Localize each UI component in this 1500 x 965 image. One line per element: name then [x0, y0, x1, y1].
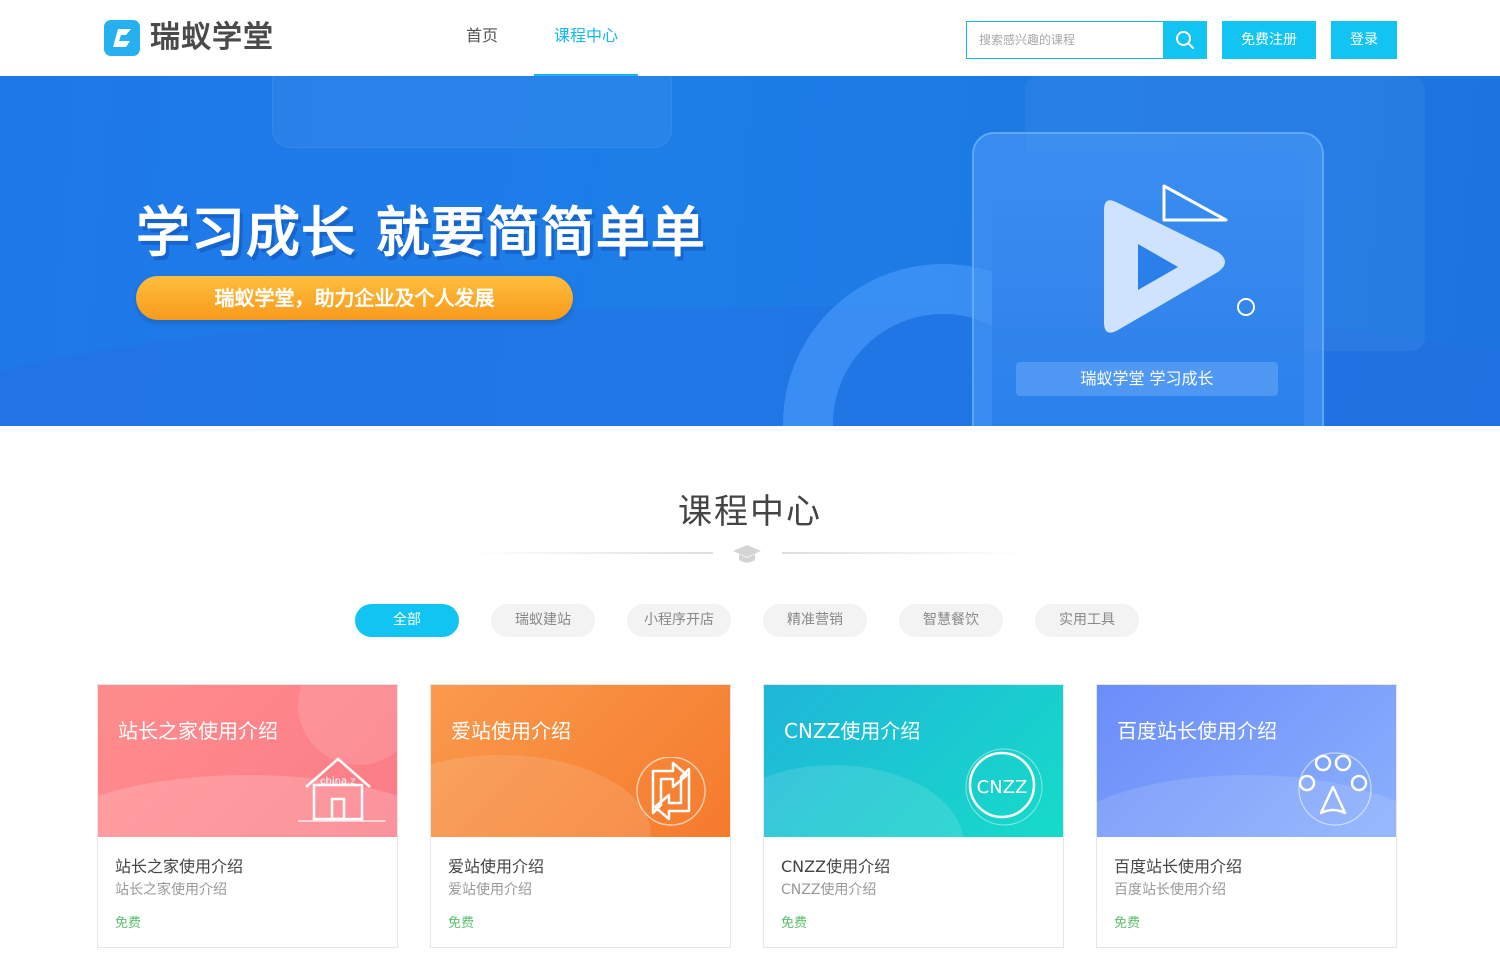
title-divider [782, 552, 1025, 554]
category-tabs: 全部 瑞蚁建站 小程序开店 精准营销 智慧餐饮 实用工具 [355, 604, 1171, 637]
banner-panel-decoration [272, 76, 672, 148]
device-label: 瑞蚁学堂 学习成长 [1016, 362, 1278, 396]
cnzz-logo-text: CNZZ [977, 777, 1028, 798]
course-price: 免费 [448, 916, 475, 931]
tab-site-building[interactable]: 瑞蚁建站 [491, 604, 595, 637]
course-name[interactable]: 爱站使用介绍 [448, 853, 544, 877]
section-title: 课程中心 [678, 492, 822, 532]
logo-text: 瑞蚁学堂 [150, 20, 274, 55]
course-thumb-title: 爱站使用介绍 [451, 719, 571, 743]
thumb-decoration [764, 765, 964, 837]
course-name[interactable]: 站长之家使用介绍 [115, 853, 243, 877]
tab-all[interactable]: 全部 [355, 604, 459, 637]
course-name[interactable]: CNZZ使用介绍 [781, 853, 890, 877]
course-description: 爱站使用介绍 [448, 882, 532, 898]
nav-item-home[interactable]: 首页 [430, 0, 534, 76]
course-name[interactable]: 百度站长使用介绍 [1114, 853, 1242, 877]
course-description: 站长之家使用介绍 [115, 882, 227, 898]
banner-subtitle-pill: 瑞蚁学堂，助力企业及个人发展 [136, 276, 573, 320]
tab-precision-marketing[interactable]: 精准营销 [763, 604, 867, 637]
login-button[interactable]: 登录 [1331, 21, 1397, 59]
search-box [966, 21, 1207, 59]
course-thumb-title: CNZZ使用介绍 [784, 719, 921, 743]
house-icon: china.z [298, 757, 386, 822]
course-thumbnail: CNZZ使用介绍 CNZZ [764, 685, 1063, 837]
course-thumb-title: 站长之家使用介绍 [118, 719, 278, 743]
register-button[interactable]: 免费注册 [1222, 21, 1316, 59]
banner-title: 学习成长 就要简简单单 [136, 201, 706, 264]
course-thumbnail: 百度站长使用介绍 [1097, 685, 1396, 837]
play-icon [1104, 184, 1255, 333]
search-icon [1176, 31, 1194, 49]
course-thumbnail: 站长之家使用介绍 china.z [98, 685, 397, 837]
graduation-cap-icon [733, 545, 761, 563]
course-description: 百度站长使用介绍 [1114, 882, 1226, 898]
title-divider [470, 552, 713, 554]
refresh-icon [636, 757, 706, 826]
course-price: 免费 [1114, 916, 1141, 931]
china-z-logo-text: china.z [320, 776, 356, 787]
search-input[interactable] [966, 21, 1163, 59]
main-nav: 首页 课程中心 [430, 0, 638, 76]
nav-item-course-center[interactable]: 课程中心 [534, 0, 638, 76]
course-price: 免费 [115, 916, 142, 931]
course-card[interactable]: 百度站长使用介绍 百度站长使用介绍 百度站长使用介绍 免费 [1096, 684, 1397, 948]
baidu-paw-icon [1298, 752, 1372, 826]
cnzz-logo-icon: CNZZ [965, 748, 1043, 826]
course-price: 免费 [781, 916, 808, 931]
course-thumbnail: 爱站使用介绍 [431, 685, 730, 837]
course-card[interactable]: CNZZ使用介绍 CNZZ CNZZ使用介绍 CNZZ使用介绍 免费 [763, 684, 1064, 948]
tab-mini-program-store[interactable]: 小程序开店 [627, 604, 731, 637]
course-description: CNZZ使用介绍 [781, 882, 877, 898]
tab-smart-catering[interactable]: 智慧餐饮 [899, 604, 1003, 637]
search-button[interactable] [1163, 21, 1207, 59]
course-thumb-title: 百度站长使用介绍 [1117, 719, 1277, 743]
hero-banner[interactable]: 学习成长 就要简简单单 瑞蚁学堂，助力企业及个人发展 瑞蚁学堂 学习成长 [0, 76, 1500, 426]
site-logo[interactable]: 瑞蚁学堂 [104, 20, 274, 56]
thumb-decoration [431, 755, 651, 837]
tab-utility-tools[interactable]: 实用工具 [1035, 604, 1139, 637]
site-header: 瑞蚁学堂 首页 课程中心 免费注册 登录 [0, 0, 1500, 76]
course-card[interactable]: 爱站使用介绍 爱站使用介绍 爱站使用介绍 免费 [430, 684, 731, 948]
logo-icon [104, 20, 140, 56]
course-card[interactable]: 站长之家使用介绍 china.z 站长之家使用介绍 站长之家使用介绍 免费 [97, 684, 398, 948]
